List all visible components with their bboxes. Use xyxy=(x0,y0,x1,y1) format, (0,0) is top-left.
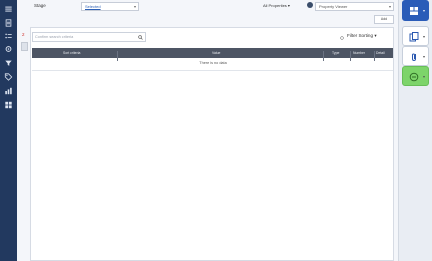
attachment-button[interactable]: ▾ xyxy=(402,46,429,66)
chevron-down-icon: ▾ xyxy=(133,4,136,9)
left-rail xyxy=(0,0,17,261)
column-header[interactable]: Detail xyxy=(376,51,385,55)
stage-select-value: Selected xyxy=(85,4,101,9)
side-handle[interactable] xyxy=(21,42,28,51)
right-action-bar: ▾ ▾ ▾ ▾ xyxy=(398,0,432,261)
empty-state-message: There is no data xyxy=(199,61,227,65)
required-marker: 2 xyxy=(22,32,25,37)
attachment-icon xyxy=(412,53,416,61)
chevron-down-icon: ▾ xyxy=(422,54,425,59)
view-button[interactable]: ▾ xyxy=(402,0,429,21)
column-header[interactable]: Type xyxy=(332,51,339,55)
minus-icon xyxy=(409,72,419,82)
column-header[interactable]: Number xyxy=(353,51,365,55)
copy-icon xyxy=(409,32,419,42)
info-icon[interactable] xyxy=(307,2,313,8)
main-area: Stage Selected ▾ All Properties ▾ Proper… xyxy=(17,0,398,261)
filter-icon[interactable] xyxy=(4,59,13,67)
top-toolbar: Stage Selected ▾ All Properties ▾ Proper… xyxy=(17,0,398,24)
search-icon[interactable] xyxy=(138,35,143,40)
search-input[interactable]: Confirm search criteria xyxy=(32,32,146,42)
stage-select[interactable]: Selected ▾ xyxy=(81,2,139,11)
stage-label: Stage xyxy=(34,3,46,8)
chevron-down-icon: ▾ xyxy=(422,8,425,13)
viewer-select-value: Property Viewer xyxy=(319,4,348,9)
filter-sorting-dropdown[interactable]: Filter Sorting ▾ xyxy=(347,33,377,39)
view-icon xyxy=(410,7,418,15)
menu-icon[interactable] xyxy=(4,5,13,13)
viewer-select[interactable]: Property Viewer ▾ xyxy=(315,2,394,11)
add-button[interactable]: Add xyxy=(374,15,394,24)
results-panel: 2 Confirm search criteria Filter Sorting… xyxy=(21,27,395,261)
search-row: Confirm search criteria Filter Sorting ▾ xyxy=(31,32,395,44)
chevron-down-icon: ▾ xyxy=(422,74,425,79)
properties-link[interactable]: All Properties ▾ xyxy=(263,3,290,8)
list-icon[interactable] xyxy=(4,32,13,40)
divider xyxy=(32,70,393,71)
copy-button[interactable]: ▾ xyxy=(402,26,429,46)
chart-icon[interactable] xyxy=(4,87,13,95)
table-header: Sort criteria Value Type Number Detail xyxy=(32,48,393,61)
document-icon[interactable] xyxy=(4,19,13,27)
sort-icon[interactable] xyxy=(340,36,344,40)
column-header[interactable]: Sort criteria xyxy=(63,51,80,55)
chevron-down-icon: ▾ xyxy=(422,34,425,39)
grid-icon[interactable] xyxy=(4,101,13,109)
chevron-down-icon: ▾ xyxy=(388,4,391,9)
remove-button[interactable]: ▾ xyxy=(402,66,429,86)
tag-icon[interactable] xyxy=(4,73,13,81)
settings-icon[interactable] xyxy=(4,45,13,53)
column-header[interactable]: Value xyxy=(212,51,220,55)
